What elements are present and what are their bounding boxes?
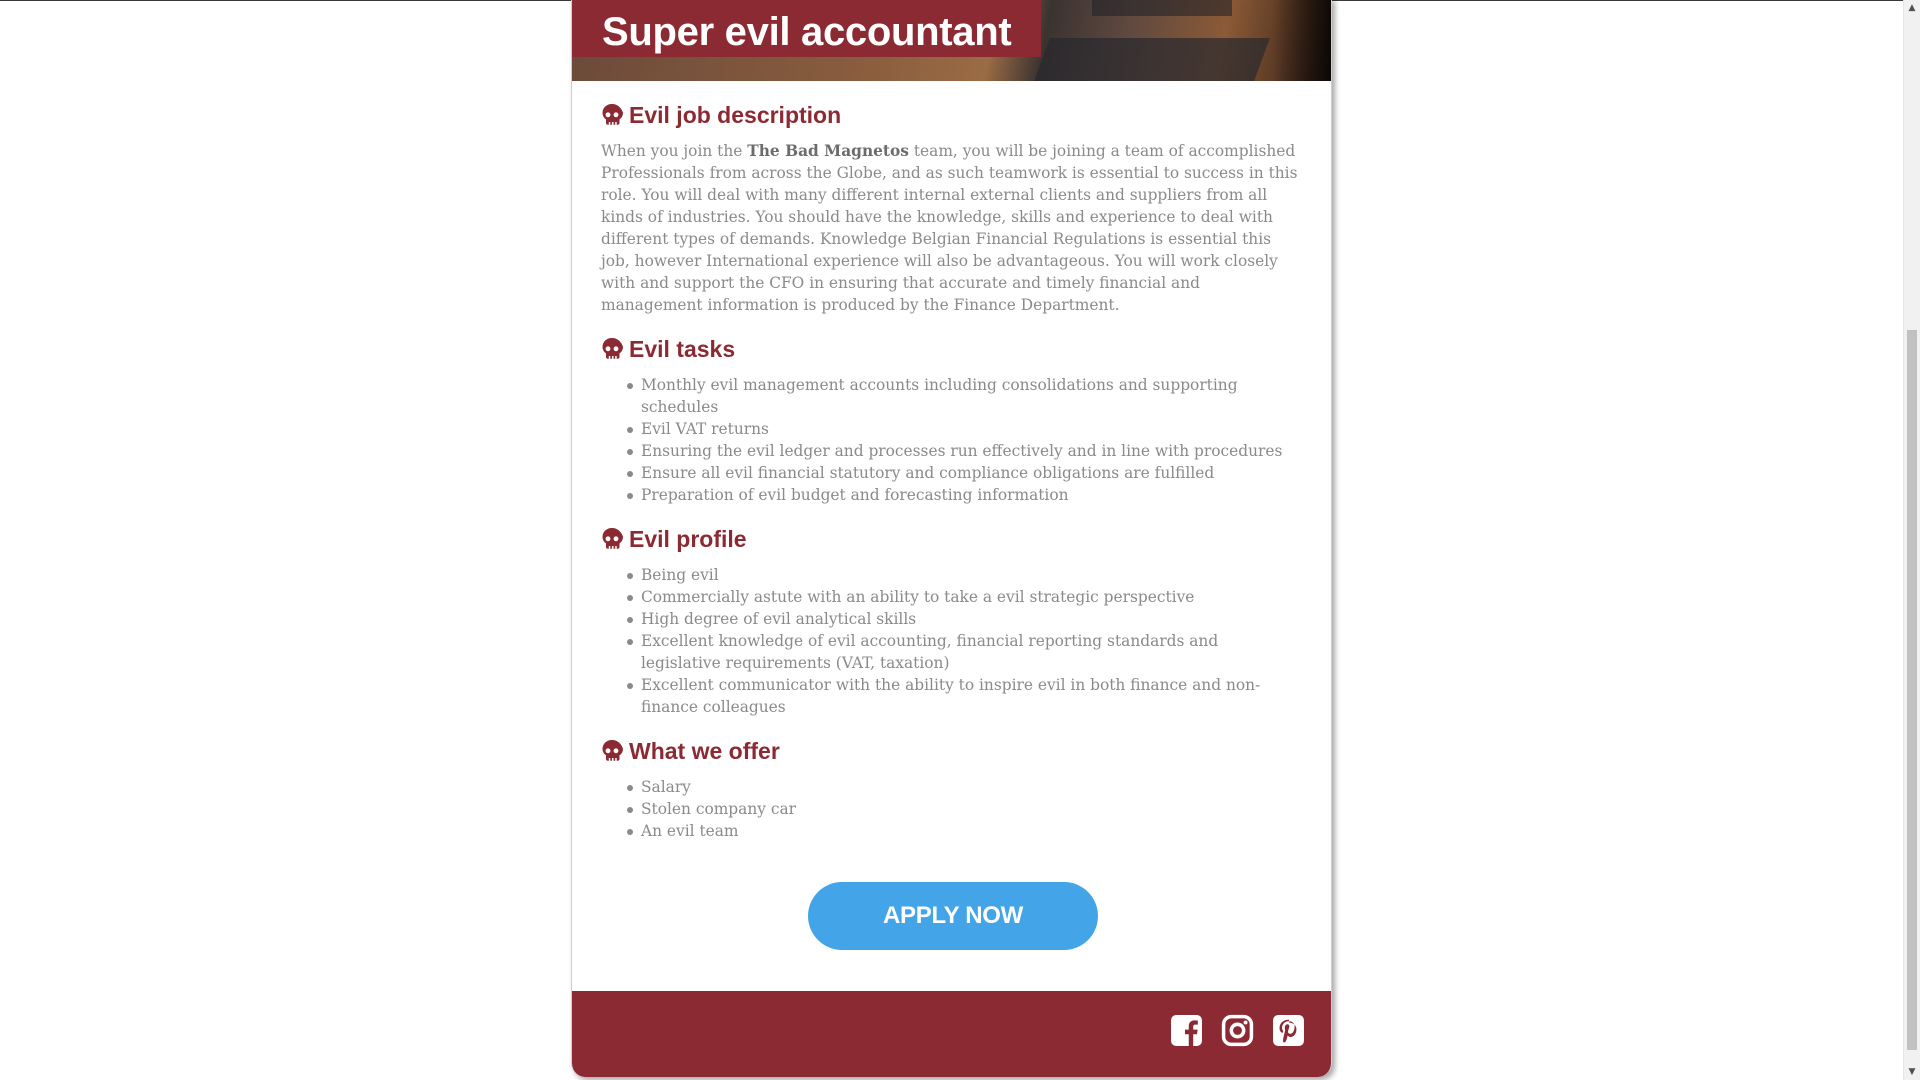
list-item: Evil VAT returns	[627, 418, 1301, 440]
instagram-icon[interactable]	[1221, 1014, 1254, 1047]
section-heading-label: Evil profile	[629, 525, 747, 552]
list-item: Excellent communicator with the ability …	[627, 674, 1301, 718]
facebook-icon[interactable]	[1170, 1014, 1203, 1047]
skull-icon	[602, 528, 623, 549]
skull-icon	[602, 740, 623, 761]
description-intro: When you join the	[601, 142, 748, 160]
list-item: Ensure all evil financial statutory and …	[627, 462, 1301, 484]
list-item: Ensuring the evil ledger and processes r…	[627, 440, 1301, 462]
title-band: Super evil accountant	[572, 0, 1042, 57]
profile-list: Being evil Commercially astute with an a…	[601, 564, 1301, 718]
section-heading-description: Evil job description	[601, 95, 1301, 135]
skull-icon	[602, 104, 623, 125]
list-item: Being evil	[627, 564, 1301, 586]
section-heading-offer: What we offer	[601, 731, 1301, 771]
list-item: Preparation of evil budget and forecasti…	[627, 484, 1301, 506]
job-card: Super evil accountant Evil job descripti…	[571, 0, 1332, 1077]
pinterest-icon[interactable]	[1272, 1014, 1305, 1047]
scroll-up-arrow-icon[interactable]: ▲	[1904, 0, 1920, 16]
list-item: High degree of evil analytical skills	[627, 608, 1301, 630]
section-heading-profile: Evil profile	[601, 519, 1301, 559]
job-title: Super evil accountant	[602, 9, 1012, 54]
list-item: Salary	[627, 776, 1301, 798]
list-item: An evil team	[627, 820, 1301, 842]
job-content: Evil job description When you join the T…	[601, 95, 1301, 842]
section-heading-label: Evil tasks	[629, 335, 736, 362]
social-links	[1170, 1014, 1305, 1047]
list-item: Stolen company car	[627, 798, 1301, 820]
list-item: Monthly evil management accounts includi…	[627, 374, 1301, 418]
apply-now-button[interactable]: APPLY NOW	[808, 882, 1098, 950]
company-name: The Bad Magnetos	[747, 142, 909, 160]
offer-list: Salary Stolen company car An evil team	[601, 776, 1301, 842]
header-image: Super evil accountant	[572, 0, 1331, 81]
list-item: Commercially astute with an ability to t…	[627, 586, 1301, 608]
job-description-text: When you join the The Bad Magnetos team,…	[601, 140, 1301, 316]
section-heading-tasks: Evil tasks	[601, 329, 1301, 369]
footer	[572, 991, 1331, 1077]
section-heading-label: What we offer	[629, 737, 780, 764]
description-body: team, you will be joining a team of acco…	[601, 142, 1298, 314]
scroll-down-arrow-icon[interactable]: ▼	[1904, 1064, 1920, 1080]
section-heading-label: Evil job description	[629, 101, 842, 128]
scrollbar[interactable]: ▲ ▼	[1903, 0, 1920, 1080]
list-item: Excellent knowledge of evil accounting, …	[627, 630, 1301, 674]
skull-icon	[602, 338, 623, 359]
scrollbar-thumb[interactable]	[1907, 330, 1917, 1050]
tasks-list: Monthly evil management accounts includi…	[601, 374, 1301, 506]
